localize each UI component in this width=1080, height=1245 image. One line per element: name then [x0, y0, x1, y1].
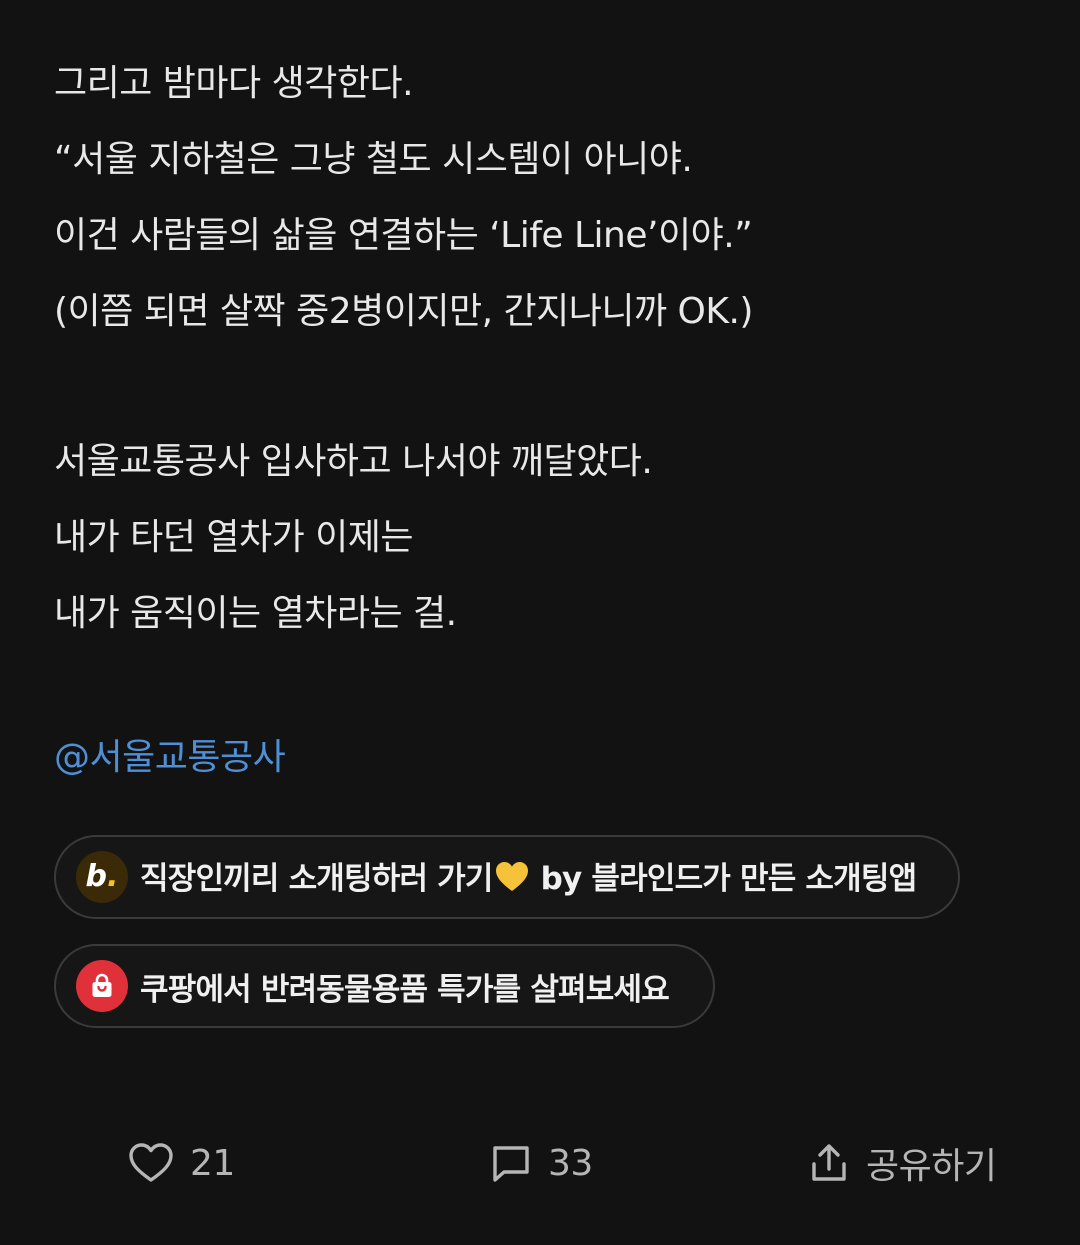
post-action-bar: 21 33 공유하기 [0, 1138, 1080, 1188]
coupang-ad-link[interactable]: 쿠팡에서 반려동물용품 특가를 살펴보세요 [54, 944, 715, 1028]
yellow-heart-icon [495, 861, 529, 901]
shopping-bag-icon [76, 960, 128, 1012]
blind-logo-icon: b. [76, 851, 128, 903]
post-text-line: 내가 타던 열차가 이제는 [54, 517, 414, 558]
like-button[interactable]: 21 [128, 1138, 235, 1188]
share-label: 공유하기 [866, 1146, 997, 1187]
ad-text: 직장인끼리 소개팅하러 가기 by 블라인드가 만든 소개팅앱 [140, 853, 918, 901]
company-mention-link[interactable]: @서울교통공사 [54, 736, 286, 780]
like-count: 21 [190, 1142, 235, 1184]
post-text-line: 서울교통공사 입사하고 나서야 깨달았다. [54, 441, 653, 482]
post-text-line: 이건 사람들의 삶을 연결하는 ‘Life Line’이야.” [54, 215, 753, 256]
share-icon [808, 1142, 850, 1184]
ad-text-part: 직장인끼리 소개팅하러 가기 [140, 861, 493, 897]
ad-text-part: by 블라인드가 만든 소개팅앱 [530, 861, 918, 897]
post-body: 그리고 밤마다 생각한다. “서울 지하철은 그냥 철도 시스템이 아니야. 이… [54, 46, 1044, 780]
heart-icon [128, 1142, 174, 1184]
post-text-line: “서울 지하철은 그냥 철도 시스템이 아니야. [54, 139, 693, 180]
post-text-line: (이쯤 되면 살짝 중2병이지만, 간지나니까 OK.) [54, 291, 753, 332]
blind-dating-ad-link[interactable]: b. 직장인끼리 소개팅하러 가기 by 블라인드가 만든 소개팅앱 [54, 835, 960, 919]
post-text-line: 그리고 밤마다 생각한다. [54, 63, 414, 104]
comment-count: 33 [548, 1142, 593, 1184]
share-button[interactable]: 공유하기 [808, 1138, 997, 1188]
post-text-line: 내가 움직이는 열차라는 걸. [54, 593, 457, 634]
comment-icon [490, 1142, 532, 1184]
ad-text: 쿠팡에서 반려동물용품 특가를 살펴보세요 [140, 971, 670, 1008]
comment-button[interactable]: 33 [490, 1138, 593, 1188]
